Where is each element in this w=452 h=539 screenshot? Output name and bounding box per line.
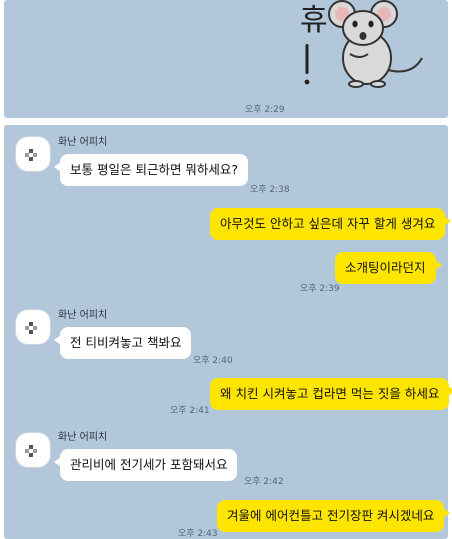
outgoing-message-bubble[interactable]: 겨울에 에어컨틀고 전기장판 켜시겠네요: [217, 500, 451, 532]
sticker-panel: 휴 오후 2:29: [4, 0, 448, 118]
incoming-message-bubble[interactable]: 관리비에 전기세가 포함돼서요: [53, 449, 238, 481]
incoming-message-bubble[interactable]: 전 티비켜놓고 책봐요: [53, 327, 192, 359]
outgoing-message-bubble[interactable]: 소개팅이라던지: [335, 252, 442, 284]
message-time: 오후 2:43: [178, 529, 218, 539]
message-time: 오후 2:39: [300, 284, 340, 294]
sender-name: 화난 어피치: [58, 137, 108, 148]
message-time: 오후 2:38: [250, 185, 290, 195]
chat-panel: 화난 어피치 보통 평일은 퇴근하면 뭐하세요? 오후 2:38 아무것도 안하…: [4, 125, 452, 539]
message-time: 오후 2:41: [170, 406, 210, 416]
outgoing-message-bubble[interactable]: 아무것도 안하고 싶은데 자꾸 할게 생겨요: [210, 208, 452, 240]
sender-name: 화난 어피치: [58, 310, 108, 321]
incoming-message-bubble[interactable]: 보통 평일은 퇴근하면 뭐하세요?: [53, 154, 249, 186]
mouse-sticker-icon[interactable]: [322, 0, 432, 90]
sender-name: 화난 어피치: [58, 432, 108, 443]
message-time: 오후 2:29: [245, 105, 285, 115]
message-time: 오후 2:40: [193, 356, 233, 366]
exclamation-mark: [304, 44, 310, 85]
avatar[interactable]: [16, 310, 50, 344]
avatar[interactable]: [16, 137, 50, 171]
message-time: 오후 2:42: [244, 477, 284, 487]
outgoing-message-bubble[interactable]: 왜 치킨 시켜놓고 컵라면 먹는 짓을 하세요: [210, 378, 452, 410]
avatar[interactable]: [16, 433, 50, 467]
